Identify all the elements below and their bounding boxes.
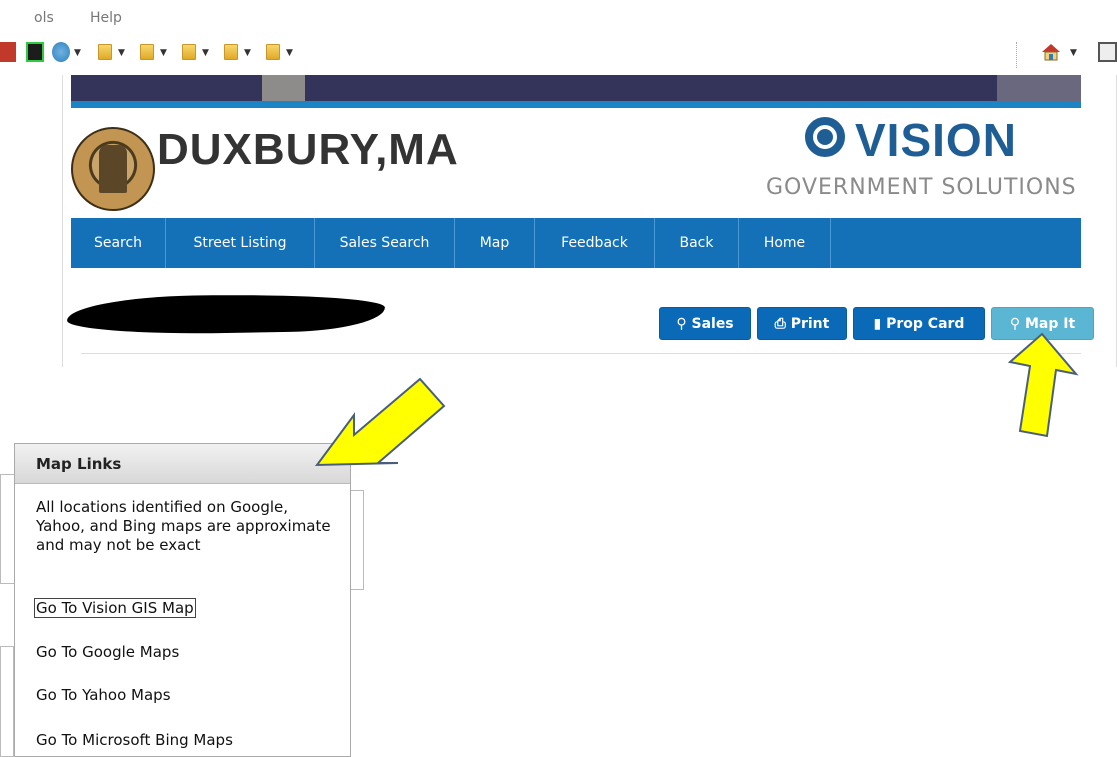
home-icon[interactable] (1040, 42, 1062, 62)
main-nav: Search Street Listing Sales Search Map F… (71, 218, 1081, 268)
nav-back[interactable]: Back (655, 218, 739, 268)
chevron-down-icon[interactable]: ▼ (286, 48, 293, 58)
vision-gis-map-link[interactable]: Go To Vision GIS Map (34, 598, 196, 618)
chevron-down-icon[interactable]: ▼ (74, 48, 81, 58)
extension-icon[interactable] (26, 42, 44, 62)
extension-icon[interactable] (0, 42, 16, 62)
header-accent-line (71, 101, 1081, 108)
yahoo-maps-link[interactable]: Go To Yahoo Maps (36, 686, 171, 704)
toolbar-separator (1016, 42, 1017, 68)
map-disclaimer: All locations identified on Google, Yaho… (36, 498, 331, 554)
folder-icon[interactable] (140, 44, 154, 60)
divider (81, 353, 1081, 354)
card-icon: ▮ (873, 316, 882, 332)
background-panel (350, 490, 364, 590)
chevron-down-icon[interactable]: ▼ (202, 48, 209, 58)
nav-map[interactable]: Map (455, 218, 535, 268)
google-maps-link[interactable]: Go To Google Maps (36, 643, 179, 661)
chevron-down-icon[interactable]: ▼ (118, 48, 125, 58)
menu-help[interactable]: Help (90, 10, 122, 26)
nav-street-listing[interactable]: Street Listing (166, 218, 315, 268)
popover-title: Map Links (15, 444, 350, 484)
chevron-down-icon[interactable]: ▼ (160, 48, 167, 58)
annotation-arrow-icon (314, 377, 446, 467)
nav-home[interactable]: Home (739, 218, 831, 268)
folder-icon[interactable] (182, 44, 196, 60)
background-panel (0, 646, 14, 757)
folder-icon[interactable] (224, 44, 238, 60)
folder-icon[interactable] (98, 44, 112, 60)
map-links-popover: Map Links All locations identified on Go… (14, 443, 351, 757)
town-seal-logo (71, 127, 155, 211)
annotation-arrow-icon (1007, 332, 1079, 438)
browser-toolbar: ▼ ▼ ▼ ▼ ▼ ▼ ▼ (0, 38, 1117, 72)
folder-icon[interactable] (266, 44, 280, 60)
menu-tools[interactable]: ols (34, 10, 54, 26)
bing-maps-link[interactable]: Go To Microsoft Bing Maps (36, 731, 233, 749)
redacted-address (66, 292, 386, 336)
printer-icon: ⎙ (774, 316, 786, 332)
print-button[interactable]: ⎙ Print (757, 307, 847, 340)
sales-button[interactable]: ⚲ Sales (659, 307, 751, 340)
chevron-down-icon[interactable]: ▼ (1070, 48, 1077, 58)
header-band (71, 75, 1081, 101)
browser-menubar: ols Help (0, 0, 1117, 36)
web-icon[interactable] (52, 42, 70, 62)
nav-sales-search[interactable]: Sales Search (315, 218, 455, 268)
town-title: DUXBURY,MA (157, 125, 459, 174)
vendor-name: VISION (855, 114, 1017, 166)
nav-feedback[interactable]: Feedback (535, 218, 655, 268)
property-page: DUXBURY,MA VISION GOVERNMENT SOLUTIONS S… (62, 75, 1117, 367)
nav-search[interactable]: Search (71, 218, 166, 268)
prop-card-button[interactable]: ▮ Prop Card (853, 307, 985, 340)
feed-icon[interactable] (1098, 42, 1117, 62)
search-icon: ⚲ (676, 316, 687, 332)
vendor-tagline: GOVERNMENT SOLUTIONS (766, 175, 1077, 200)
vision-logo-icon (805, 117, 845, 157)
chevron-down-icon[interactable]: ▼ (244, 48, 251, 58)
